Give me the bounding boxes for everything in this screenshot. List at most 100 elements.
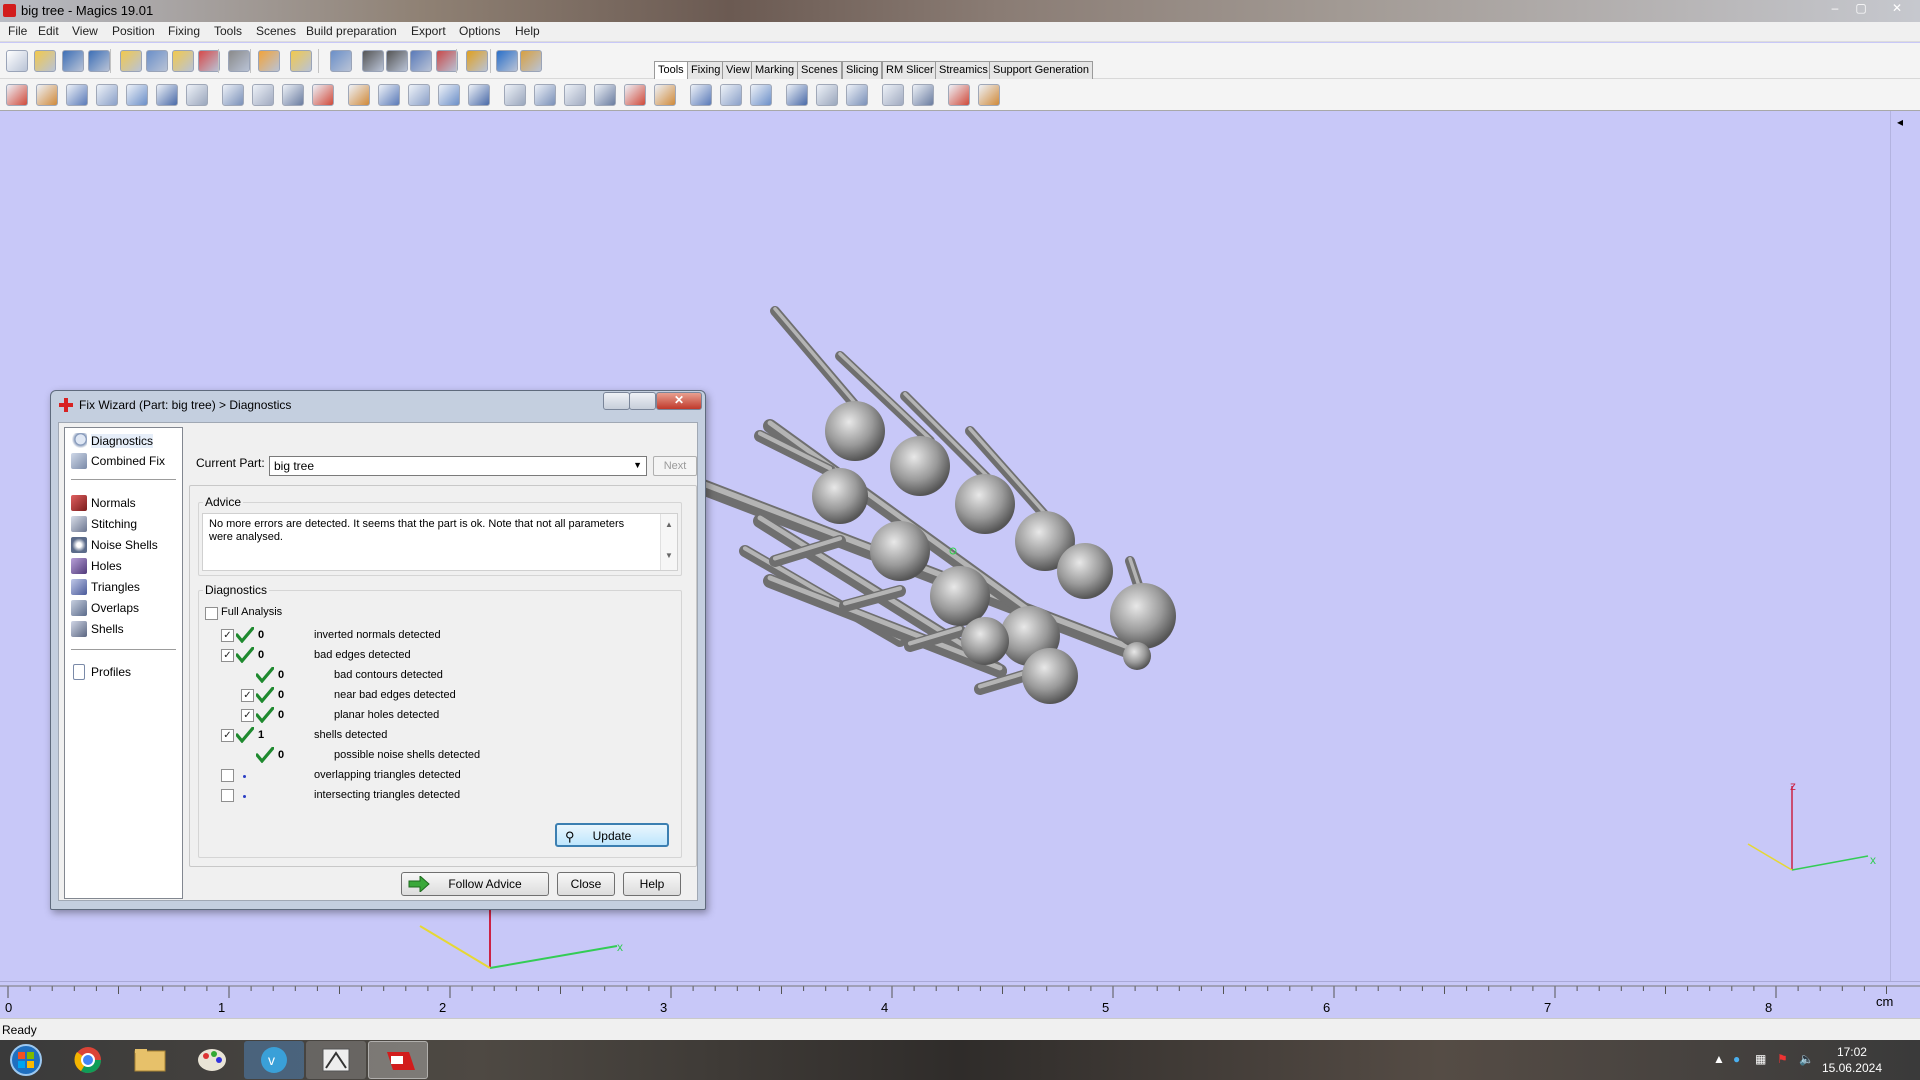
menu-view[interactable]: View (72, 24, 98, 38)
rotate-view-icon[interactable] (362, 50, 384, 72)
merge-icon[interactable] (186, 84, 208, 106)
menu-tools[interactable]: Tools (214, 24, 242, 38)
import-icon[interactable] (120, 50, 142, 72)
diagnostic-checkbox[interactable]: ✓ (221, 729, 234, 742)
tab-slicing[interactable]: Slicing (842, 61, 883, 79)
scroll-down-icon[interactable]: ▼ (661, 549, 677, 562)
diagnostic-checkbox[interactable] (221, 769, 234, 782)
hollow-icon[interactable] (282, 84, 304, 106)
current-part-select[interactable]: big tree ▼ (269, 456, 647, 476)
menu-export[interactable]: Export (411, 24, 446, 38)
hatch-icon[interactable] (948, 84, 970, 106)
nav-overlaps[interactable]: Overlaps (71, 599, 139, 617)
extrude-icon[interactable] (312, 84, 334, 106)
menu-scenes[interactable]: Scenes (256, 24, 296, 38)
tab-streamics[interactable]: Streamics (935, 61, 992, 79)
dialog-maximize-button[interactable] (629, 392, 656, 410)
shell-icon[interactable] (564, 84, 586, 106)
scroll-up-icon[interactable]: ▲ (661, 518, 677, 531)
nav-shells[interactable]: Shells (71, 620, 124, 638)
big-tree-part[interactable] (692, 306, 1176, 704)
nav-noise-shells[interactable]: Noise Shells (71, 536, 158, 554)
support-icon[interactable] (816, 84, 838, 106)
dialog-close-button[interactable]: ✕ (656, 392, 702, 410)
close-button[interactable]: Close (557, 872, 615, 896)
label-icon[interactable] (378, 84, 400, 106)
maximize-button[interactable]: ▢ (1848, 0, 1874, 18)
next-button[interactable]: Next (653, 456, 697, 476)
triangle-reduce-icon[interactable] (468, 84, 490, 106)
minimize-button[interactable]: – (1822, 0, 1848, 18)
smooth-icon[interactable] (438, 84, 460, 106)
select-part-icon[interactable] (330, 50, 352, 72)
magics-taskbar-button[interactable] (368, 1041, 428, 1079)
duplicate-icon[interactable] (156, 84, 178, 106)
volume-icon[interactable]: 🔈 (1799, 1052, 1814, 1066)
tray-expand-icon[interactable]: ▲ (1713, 1052, 1725, 1066)
save-part-icon[interactable] (146, 50, 168, 72)
mirror-icon[interactable] (126, 84, 148, 106)
system-clock[interactable]: 17:02 15.06.2024 (1822, 1044, 1882, 1076)
offset-icon[interactable] (348, 84, 370, 106)
start-button[interactable] (0, 1041, 50, 1079)
measure-icon[interactable] (624, 84, 646, 106)
settings-icon[interactable] (912, 84, 934, 106)
save-icon[interactable] (62, 50, 84, 72)
chrome-taskbar-button[interactable] (58, 1041, 118, 1079)
tab-fixing[interactable]: Fixing (687, 61, 725, 79)
tab-view[interactable]: View (722, 61, 754, 79)
menu-build-preparation[interactable]: Build preparation (306, 24, 397, 38)
zoom-icon[interactable] (410, 50, 432, 72)
open-file-icon[interactable] (34, 50, 56, 72)
magics-dark-taskbar-button[interactable] (306, 1041, 366, 1079)
menu-position[interactable]: Position (112, 24, 155, 38)
load-icon[interactable] (172, 50, 194, 72)
package-icon[interactable] (978, 84, 1000, 106)
box-icon[interactable] (534, 84, 556, 106)
tab-marking[interactable]: Marking (751, 61, 799, 79)
language-flag-icon[interactable]: ▦ (1755, 1052, 1766, 1066)
diagnostic-checkbox[interactable]: ✓ (221, 629, 234, 642)
undo-icon[interactable] (258, 50, 280, 72)
tab-support-generation[interactable]: Support Generation (989, 61, 1094, 79)
rotate-free-icon[interactable] (96, 84, 118, 106)
redo-icon[interactable] (290, 50, 312, 72)
file-explorer-taskbar-button[interactable] (120, 1041, 180, 1079)
pan-icon[interactable] (386, 50, 408, 72)
new-file-icon[interactable] (6, 50, 28, 72)
nav-stitching[interactable]: Stitching (71, 515, 137, 533)
network-globe-icon[interactable]: ● (1733, 1052, 1740, 1066)
nest-icon[interactable] (786, 84, 808, 106)
advice-text-box[interactable]: No more errors are detected. It seems th… (202, 513, 678, 571)
menu-edit[interactable]: Edit (38, 24, 59, 38)
paint-taskbar-button[interactable] (182, 1041, 242, 1079)
cut-icon[interactable] (222, 84, 244, 106)
punch-icon[interactable] (252, 84, 274, 106)
menu-options[interactable]: Options (459, 24, 500, 38)
view-frame-icon[interactable] (690, 84, 712, 106)
diagnostic-checkbox[interactable]: ✓ (241, 689, 254, 702)
menu-help[interactable]: Help (515, 24, 540, 38)
nav-holes[interactable]: Holes (71, 557, 122, 575)
close-window-button[interactable]: ✕ (1876, 0, 1918, 18)
print-icon[interactable] (228, 50, 250, 72)
unload-icon[interactable] (198, 50, 220, 72)
fix-icon[interactable] (504, 84, 526, 106)
help-icon[interactable] (496, 50, 518, 72)
rotate-icon[interactable] (66, 84, 88, 106)
nav-triangles[interactable]: Triangles (71, 578, 140, 596)
sketch-icon[interactable] (654, 84, 676, 106)
notification-flag-icon[interactable]: ⚑ (1777, 1052, 1788, 1066)
align-icon[interactable] (750, 84, 772, 106)
checklist-icon[interactable] (466, 50, 488, 72)
tab-rm-slicer[interactable]: RM Slicer (882, 61, 938, 79)
help-button[interactable]: Help (623, 872, 681, 896)
advice-scrollbar[interactable]: ▲ ▼ (660, 514, 677, 570)
tab-scenes[interactable]: Scenes (797, 61, 842, 79)
wizard-icon[interactable] (520, 50, 542, 72)
diagnostic-checkbox[interactable]: ✓ (221, 649, 234, 662)
vpn-taskbar-button[interactable]: v (244, 1041, 304, 1079)
render-icon[interactable] (882, 84, 904, 106)
update-button[interactable]: ⚲ Update (555, 823, 669, 847)
diagnostic-checkbox[interactable]: ✓ (241, 709, 254, 722)
